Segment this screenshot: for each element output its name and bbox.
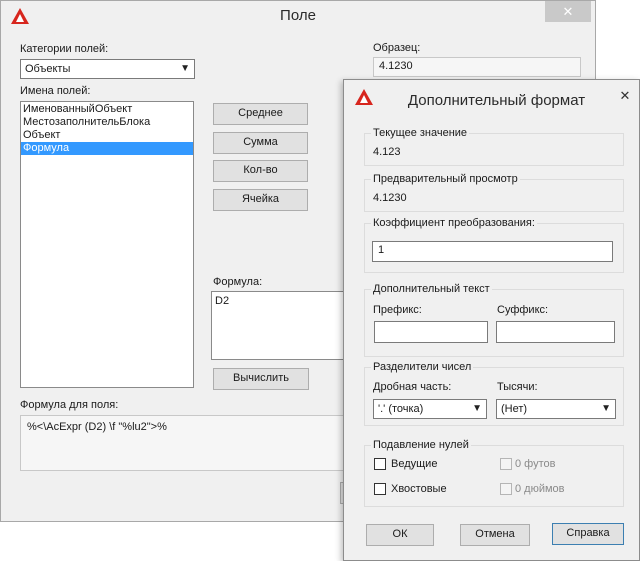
- zero-suppression-label: Подавление нулей: [371, 439, 471, 451]
- ok-button[interactable]: ОК: [366, 524, 434, 546]
- count-button[interactable]: Кол-во: [213, 160, 308, 182]
- sum-button[interactable]: Сумма: [213, 132, 308, 154]
- sample-value: 4.1230: [373, 57, 581, 77]
- trailing-zeros-checkbox[interactable]: [374, 483, 386, 495]
- list-item[interactable]: ИменованныйОбъект: [21, 103, 193, 116]
- additional-format-dialog: Дополнительный формат ✕ Текущее значение…: [343, 79, 640, 561]
- conversion-factor-section: Коэффициент преобразования: 1: [364, 217, 624, 273]
- conversion-factor-input[interactable]: 1: [372, 241, 613, 262]
- number-separators-section: Разделители чисел Дробная часть: '.' (то…: [364, 361, 624, 426]
- chevron-down-icon: ▼: [180, 63, 190, 74]
- preview-section: Предварительный просмотр 4.1230: [364, 173, 624, 212]
- zero-feet-label: 0 футов: [515, 458, 556, 470]
- field-names-label: Имена полей:: [20, 85, 91, 97]
- cancel-button[interactable]: Отмена: [460, 524, 530, 546]
- field-dialog-title: Поле: [280, 7, 316, 24]
- close-icon[interactable]: ✕: [545, 1, 591, 22]
- field-expression-value: %<\AcExpr (D2) \f "%lu2">%: [20, 415, 350, 471]
- chevron-down-icon: ▼: [601, 403, 611, 414]
- additional-text-section: Дополнительный текст Префикс: Суффикс:: [364, 283, 624, 357]
- list-item-selected[interactable]: Формула: [21, 142, 193, 155]
- trailing-zeros-label: Хвостовые: [391, 483, 447, 495]
- evaluate-button[interactable]: Вычислить: [213, 368, 309, 390]
- current-value-label: Текущее значение: [371, 127, 470, 139]
- decimal-separator-select[interactable]: '.' (точка) ▼: [373, 399, 487, 419]
- formula-input[interactable]: D2: [211, 291, 351, 360]
- field-categories-label: Категории полей:: [20, 43, 109, 55]
- prefix-label: Префикс:: [373, 304, 422, 316]
- zero-inches-label: 0 дюймов: [515, 483, 565, 495]
- field-dialog-titlebar: Поле ✕: [1, 1, 595, 32]
- preview-label: Предварительный просмотр: [371, 173, 520, 185]
- current-value: 4.123: [373, 146, 401, 158]
- decimal-separator-value: '.' (точка): [378, 403, 424, 415]
- suffix-label: Суффикс:: [497, 304, 549, 316]
- help-button[interactable]: Справка: [552, 523, 624, 545]
- zero-suppression-section: Подавление нулей Ведущие 0 футов Хвостов…: [364, 439, 624, 507]
- thousands-separator-value: (Нет): [501, 403, 528, 415]
- additional-text-label: Дополнительный текст: [371, 283, 492, 295]
- preview-value: 4.1230: [373, 192, 407, 204]
- field-expression-label: Формула для поля:: [20, 399, 119, 411]
- field-categories-select[interactable]: Объекты ▼: [20, 59, 195, 79]
- conversion-factor-label: Коэффициент преобразования:: [371, 217, 537, 229]
- list-item[interactable]: Объект: [21, 129, 193, 142]
- leading-zeros-label: Ведущие: [391, 458, 438, 470]
- prefix-input[interactable]: [374, 321, 488, 343]
- zero-inches-checkbox[interactable]: [500, 483, 512, 495]
- sample-label: Образец:: [373, 42, 421, 54]
- list-item[interactable]: МестозаполнительБлока: [21, 116, 193, 129]
- additional-format-title: Дополнительный формат: [407, 92, 586, 109]
- number-separators-label: Разделители чисел: [371, 361, 474, 373]
- suffix-input[interactable]: [496, 321, 615, 343]
- field-names-list[interactable]: ИменованныйОбъект МестозаполнительБлока …: [20, 101, 194, 388]
- field-categories-value: Объекты: [25, 63, 71, 75]
- leading-zeros-checkbox[interactable]: [374, 458, 386, 470]
- thousands-label: Тысячи:: [497, 381, 538, 393]
- additional-format-titlebar: Дополнительный формат ✕: [344, 80, 639, 111]
- current-value-section: Текущее значение 4.123: [364, 127, 624, 166]
- cell-button[interactable]: Ячейка: [213, 189, 308, 211]
- decimal-label: Дробная часть:: [373, 381, 452, 393]
- formula-label: Формула:: [213, 276, 263, 288]
- chevron-down-icon: ▼: [472, 403, 482, 414]
- thousands-separator-select[interactable]: (Нет) ▼: [496, 399, 616, 419]
- zero-feet-checkbox[interactable]: [500, 458, 512, 470]
- average-button[interactable]: Среднее: [213, 103, 308, 125]
- close-icon[interactable]: ✕: [611, 86, 639, 106]
